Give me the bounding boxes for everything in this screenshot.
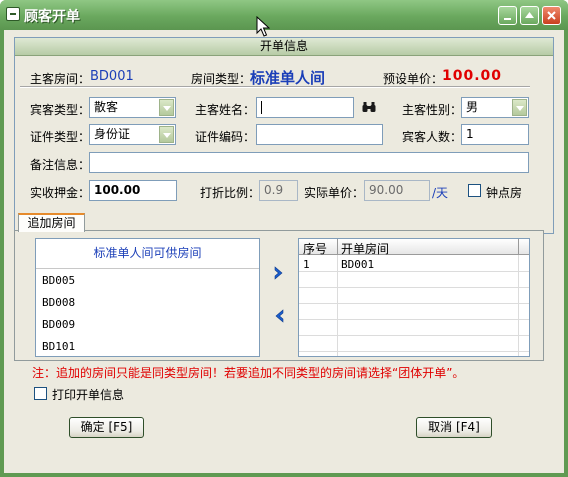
room-type-value: 标准单人间 (250, 69, 326, 87)
chevron-down-icon[interactable] (159, 126, 174, 143)
print-checkbox[interactable] (34, 387, 47, 400)
dialog-window: 顾客开单 开单信息 主客房间： BD001 房间类型： 标准单人间 预设单价： … (0, 0, 568, 477)
system-menu-icon[interactable] (6, 7, 20, 21)
ok-button[interactable]: 确定 [F5] (69, 417, 144, 438)
deposit-label: 实收押金： (30, 186, 91, 200)
minimize-button[interactable] (498, 6, 517, 25)
close-icon (547, 11, 556, 20)
row-line (299, 335, 529, 336)
per-day-label: /天 (432, 186, 449, 200)
gender-select[interactable]: 男 (461, 97, 529, 118)
row-line (299, 319, 529, 320)
guest-count-input[interactable]: 1 (461, 124, 529, 145)
window-title: 顾客开单 (24, 9, 80, 25)
table-cell-room[interactable]: BD001 (341, 258, 374, 271)
preset-price-value: 100.00 (442, 68, 503, 84)
discount-input: 0.9 (259, 180, 298, 201)
minimize-icon (504, 18, 511, 20)
list-item[interactable]: BD101 (42, 340, 75, 353)
maximize-button[interactable] (520, 6, 539, 25)
guest-name-input[interactable] (256, 97, 354, 118)
note-text: 注：追加的房间只能是同类型房间！若要追加不同类型的房间请选择“团体开单”。 (32, 366, 465, 380)
preset-price-label: 预设单价： (383, 72, 444, 86)
chevron-down-icon[interactable] (512, 99, 527, 116)
room-label: 主客房间： (30, 72, 91, 86)
cancel-button[interactable]: 取消 [F4] (416, 417, 492, 438)
dialog-client: 开单信息 主客房间： BD001 房间类型： 标准单人间 预设单价： 100.0… (4, 30, 564, 473)
row-line (299, 271, 529, 272)
hourly-room-label: 钟点房 (486, 186, 523, 200)
discount-label: 打折比例： (200, 186, 261, 200)
remark-label: 备注信息： (30, 158, 91, 172)
mouse-cursor-icon (256, 16, 270, 37)
room-type-label: 房间类型： (191, 72, 252, 86)
row-line (299, 303, 529, 304)
binoculars-icon[interactable] (362, 101, 376, 113)
list-item[interactable]: BD009 (42, 318, 75, 331)
column-divider (518, 239, 519, 255)
remark-input[interactable] (89, 152, 529, 173)
actual-price-input: 90.00 (364, 180, 430, 201)
id-number-input[interactable] (256, 124, 383, 145)
deposit-input[interactable]: 100.00 (89, 180, 177, 201)
guest-type-label: 宾客类型： (30, 103, 91, 117)
chevron-left-icon[interactable] (273, 309, 285, 323)
id-type-value: 身份证 (94, 127, 131, 141)
guest-type-select[interactable]: 散客 (89, 97, 176, 118)
id-type-select[interactable]: 身份证 (89, 124, 176, 145)
chevron-down-icon[interactable] (159, 99, 174, 116)
table-cell-no[interactable]: 1 (303, 258, 310, 271)
tab-add-rooms[interactable]: 追加房间 (18, 213, 85, 232)
row-line (299, 351, 529, 352)
room-value: BD001 (90, 69, 134, 84)
actual-price-label: 实际单价： (304, 186, 365, 200)
gender-label: 主客性别： (402, 103, 463, 117)
grid-header: 序号 开单房间 (299, 239, 529, 257)
maximize-icon (525, 12, 534, 18)
row-line (299, 287, 529, 288)
text-caret (261, 101, 262, 114)
column-header-no[interactable]: 序号 (303, 240, 327, 257)
list-item[interactable]: BD005 (42, 274, 75, 287)
separator (20, 86, 530, 88)
available-rooms-list[interactable]: 标准单人间可供房间 BD005 BD008 BD009 BD101 (35, 238, 260, 357)
guest-name-label: 主客姓名： (195, 103, 256, 117)
hourly-room-checkbox[interactable] (468, 184, 481, 197)
id-type-label: 证件类型： (30, 130, 91, 144)
open-rooms-grid[interactable]: 序号 开单房间 1 BD001 (298, 238, 530, 357)
print-label: 打印开单信息 (52, 388, 125, 402)
gender-value: 男 (466, 100, 479, 114)
panel-header: 开单信息 (15, 38, 553, 56)
titlebar[interactable]: 顾客开单 (0, 0, 568, 30)
guest-count-label: 宾客人数： (402, 130, 463, 144)
close-button[interactable] (542, 6, 561, 25)
column-divider (337, 239, 338, 255)
guest-type-value: 散客 (94, 100, 119, 114)
list-item[interactable]: BD008 (42, 296, 75, 309)
column-header-room[interactable]: 开单房间 (341, 240, 389, 257)
chevron-right-icon[interactable] (273, 266, 285, 280)
available-rooms-header: 标准单人间可供房间 (36, 239, 259, 269)
id-number-label: 证件编码： (195, 130, 256, 144)
